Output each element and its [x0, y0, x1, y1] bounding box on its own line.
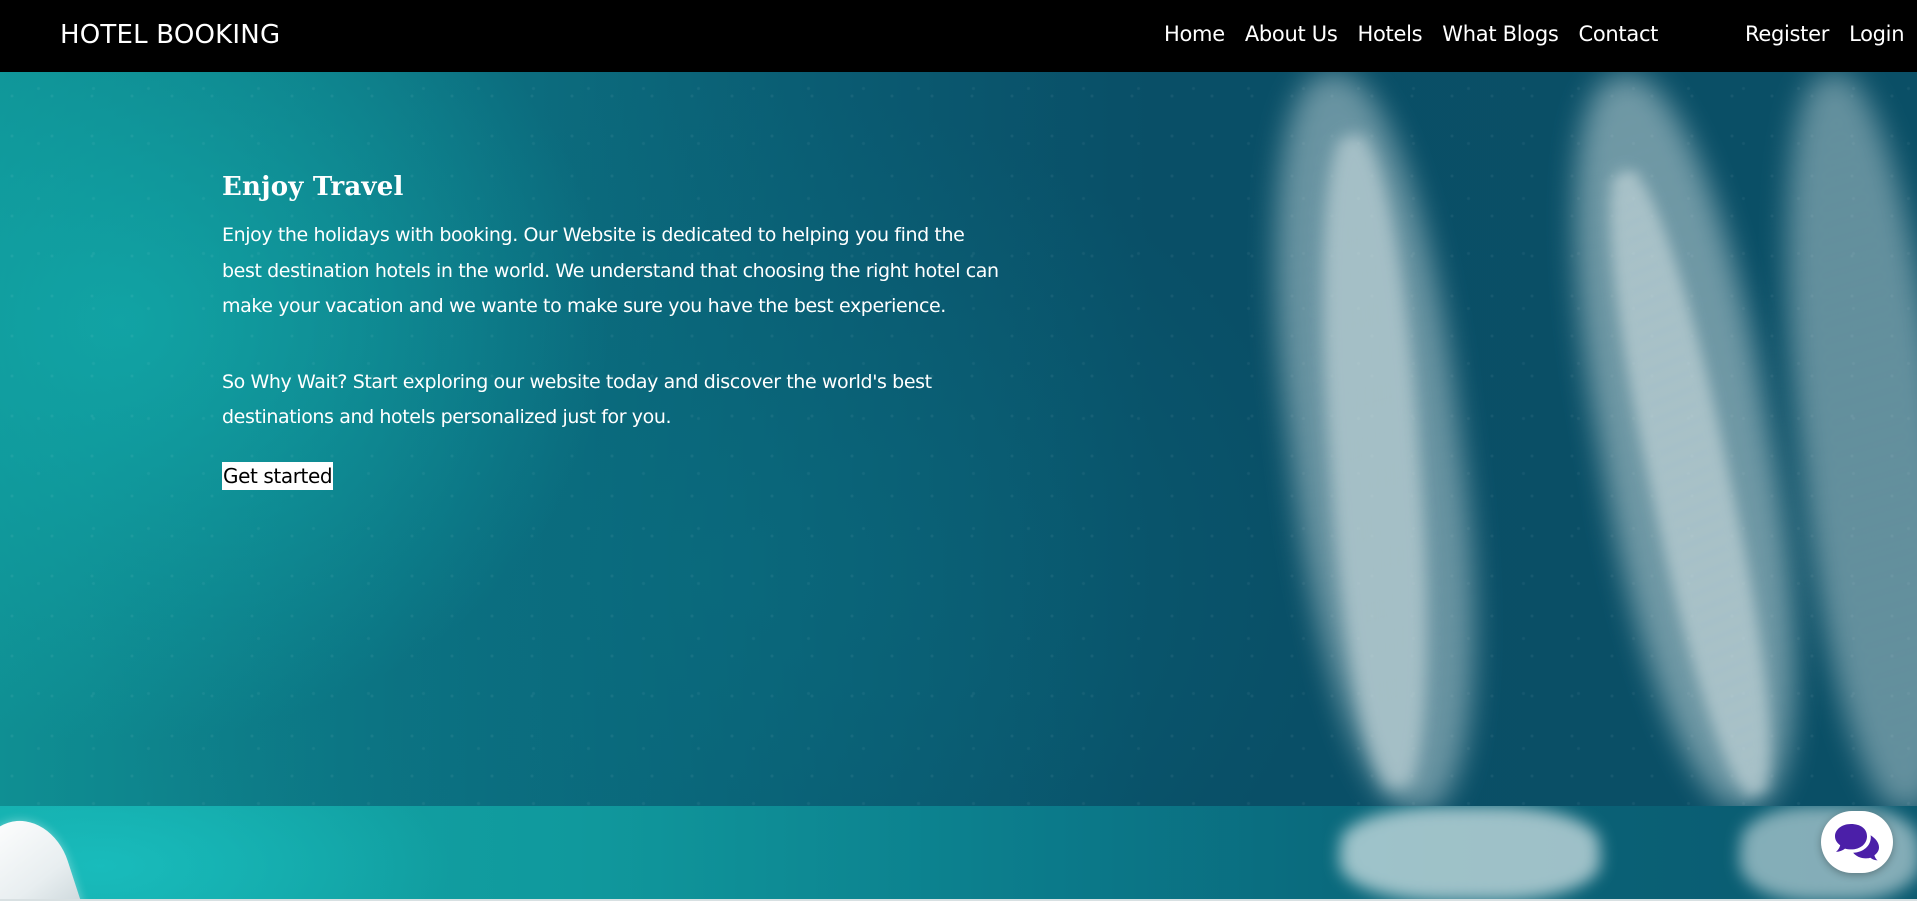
secondary-ocean-strip [0, 806, 1917, 901]
nav-item-login: Login [1849, 22, 1904, 46]
nav-link-what-blogs[interactable]: What Blogs [1442, 22, 1559, 46]
hero-title: Enjoy Travel [222, 172, 404, 202]
chat-bubbles-icon [1835, 824, 1879, 861]
hero-content: Enjoy Travel Enjoy the holidays with boo… [222, 172, 1002, 490]
hero-section: Enjoy Travel Enjoy the holidays with boo… [0, 72, 1917, 806]
nav-item-hotels: Hotels [1358, 22, 1423, 46]
auth-nav: Register Login [1745, 22, 1905, 46]
top-navbar: HOTEL BOOKING Home About Us Hotels What … [0, 0, 1917, 72]
nav-link-about-us[interactable]: About Us [1245, 22, 1338, 46]
chat-widget-button[interactable] [1821, 811, 1893, 873]
site-brand[interactable]: HOTEL BOOKING [60, 20, 280, 50]
hero-intro-paragraph: Enjoy the holidays with booking. Our Web… [222, 224, 999, 317]
nav-link-home[interactable]: Home [1164, 22, 1225, 46]
login-link[interactable]: Login [1849, 22, 1904, 46]
nav-item-register: Register [1745, 22, 1829, 46]
wake-foam [1340, 806, 1600, 901]
boat-image [0, 808, 85, 901]
main-nav: Home About Us Hotels What Blogs Contact [1164, 22, 1658, 46]
nav-item-home: Home [1164, 22, 1225, 46]
nav-link-hotels[interactable]: Hotels [1358, 22, 1423, 46]
hero-cta-paragraph: So Why Wait? Start exploring our website… [222, 370, 932, 429]
get-started-button[interactable]: Get started [222, 461, 334, 490]
nav-item-about: About Us [1245, 22, 1338, 46]
nav-item-blogs: What Blogs [1442, 22, 1559, 46]
nav-link-contact[interactable]: Contact [1579, 22, 1659, 46]
register-link[interactable]: Register [1745, 22, 1829, 46]
nav-item-contact: Contact [1579, 22, 1659, 46]
